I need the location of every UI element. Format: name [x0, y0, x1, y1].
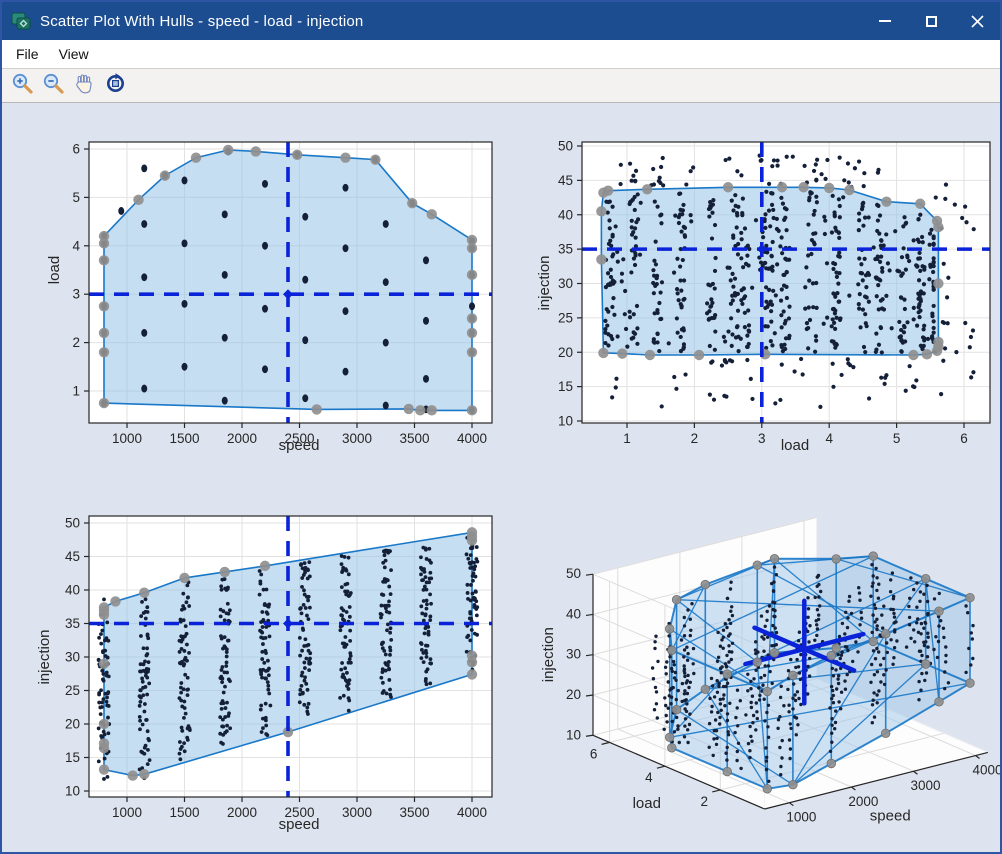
- svg-text:6: 6: [590, 746, 598, 761]
- svg-text:1000: 1000: [786, 810, 816, 825]
- svg-text:2: 2: [691, 431, 699, 446]
- svg-text:1500: 1500: [169, 805, 199, 820]
- figure-canvas: 1000150020002500300035004000123456speedl…: [2, 103, 1000, 852]
- y-axis-label: injection: [536, 255, 553, 310]
- svg-text:40: 40: [558, 207, 573, 222]
- svg-text:2: 2: [72, 335, 80, 350]
- svg-text:50: 50: [566, 566, 581, 581]
- svg-text:30: 30: [65, 650, 80, 665]
- svg-text:2: 2: [701, 794, 709, 809]
- svg-text:20: 20: [65, 717, 80, 732]
- minimize-icon: [879, 20, 891, 22]
- svg-text:3500: 3500: [399, 431, 429, 446]
- x-axis-label: load: [781, 437, 809, 454]
- svg-text:6: 6: [72, 142, 80, 157]
- y-axis-label: load: [46, 256, 63, 284]
- menu-item-file[interactable]: File: [6, 42, 49, 66]
- close-button[interactable]: [954, 2, 1000, 40]
- svg-text:10: 10: [558, 414, 573, 429]
- svg-text:3000: 3000: [910, 778, 940, 793]
- pan-button[interactable]: [69, 71, 99, 100]
- svg-text:25: 25: [65, 683, 80, 698]
- titlebar: Scatter Plot With Hulls - speed - load -…: [2, 2, 1000, 40]
- svg-text:50: 50: [558, 139, 573, 154]
- svg-text:45: 45: [65, 549, 80, 564]
- svg-text:1500: 1500: [169, 431, 199, 446]
- svg-text:3: 3: [72, 287, 80, 302]
- svg-text:10: 10: [566, 727, 581, 742]
- svg-text:10: 10: [65, 784, 80, 799]
- svg-text:1: 1: [72, 384, 80, 399]
- svg-text:20: 20: [566, 687, 581, 702]
- y-axis-label-3d: load: [633, 795, 661, 812]
- minimize-button[interactable]: [862, 2, 908, 40]
- x-axis-label: speed: [279, 816, 320, 833]
- svg-text:1000: 1000: [112, 431, 142, 446]
- y-axis-label: injection: [36, 629, 53, 684]
- svg-text:3000: 3000: [342, 431, 372, 446]
- menubar: FileView: [2, 40, 1000, 69]
- plot-hull-3d[interactable]: 10002000300040002461020304050speedloadin…: [503, 480, 1000, 852]
- svg-text:4: 4: [645, 770, 653, 785]
- svg-text:4: 4: [72, 238, 80, 253]
- plot-load-vs-speed[interactable]: 1000150020002500300035004000123456speedl…: [2, 103, 503, 481]
- svg-text:5: 5: [893, 431, 901, 446]
- svg-text:4000: 4000: [457, 805, 487, 820]
- svg-text:30: 30: [558, 276, 573, 291]
- svg-text:1000: 1000: [112, 805, 142, 820]
- svg-text:3500: 3500: [399, 805, 429, 820]
- window-title: Scatter Plot With Hulls - speed - load -…: [40, 13, 862, 30]
- svg-text:3000: 3000: [342, 805, 372, 820]
- figure-window: Scatter Plot With Hulls - speed - load -…: [0, 0, 1002, 854]
- x-axis-label: speed: [279, 437, 320, 454]
- close-icon: [971, 15, 984, 28]
- plot-injection-vs-speed[interactable]: 1000150020002500300035004000101520253035…: [2, 480, 503, 852]
- zoom-out-button[interactable]: [38, 71, 68, 100]
- menu-item-view[interactable]: View: [49, 42, 99, 66]
- zoom-in-icon: [11, 72, 34, 100]
- svg-text:50: 50: [65, 516, 80, 531]
- svg-text:2000: 2000: [227, 431, 257, 446]
- svg-text:15: 15: [558, 379, 573, 394]
- svg-text:20: 20: [558, 345, 573, 360]
- svg-text:4000: 4000: [973, 763, 1000, 778]
- svg-text:5: 5: [72, 190, 80, 205]
- svg-text:4: 4: [825, 431, 833, 446]
- zoom-in-button[interactable]: [7, 71, 37, 100]
- svg-text:2000: 2000: [227, 805, 257, 820]
- svg-text:30: 30: [566, 647, 581, 662]
- plot-injection-vs-load[interactable]: 123456101520253035404550loadinjection: [503, 103, 1000, 481]
- svg-text:40: 40: [566, 606, 581, 621]
- svg-text:1: 1: [623, 431, 631, 446]
- figure-app-icon: [11, 12, 31, 30]
- maximize-icon: [926, 16, 937, 27]
- x-axis-label-3d: speed: [870, 808, 911, 825]
- window-controls: [862, 2, 1000, 40]
- rotate-3d-button[interactable]: [100, 71, 130, 100]
- maximize-button[interactable]: [908, 2, 954, 40]
- toolbar: [2, 69, 1000, 103]
- svg-text:40: 40: [65, 583, 80, 598]
- svg-text:6: 6: [960, 431, 968, 446]
- svg-text:3: 3: [758, 431, 766, 446]
- rotate-3d-icon: [104, 72, 127, 100]
- zoom-out-icon: [42, 72, 65, 100]
- svg-text:15: 15: [65, 750, 80, 765]
- svg-text:45: 45: [558, 173, 573, 188]
- svg-text:4000: 4000: [457, 431, 487, 446]
- z-axis-label-3d: injection: [540, 627, 557, 682]
- svg-text:25: 25: [558, 310, 573, 325]
- svg-text:35: 35: [65, 616, 80, 631]
- svg-text:35: 35: [558, 242, 573, 257]
- pan-icon: [73, 72, 96, 100]
